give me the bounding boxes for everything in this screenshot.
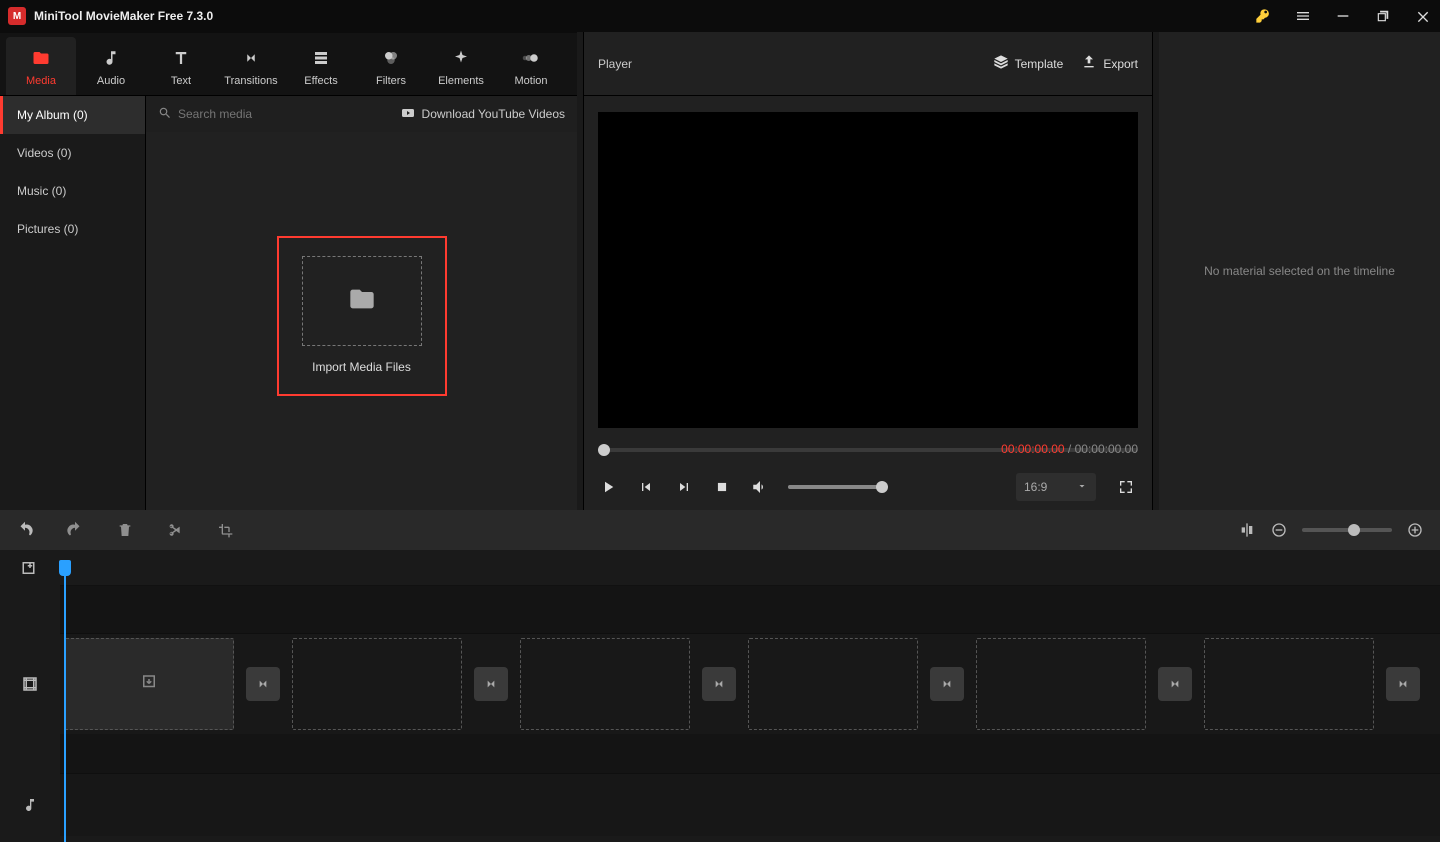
tab-text[interactable]: Text — [146, 37, 216, 95]
timeline-ruler[interactable] — [60, 550, 1440, 586]
media-drop-area: Import Media Files — [146, 132, 577, 510]
fullscreen-button[interactable] — [1114, 475, 1138, 499]
import-media-card[interactable]: Import Media Files — [277, 236, 447, 396]
export-button[interactable]: Export — [1081, 54, 1138, 73]
folder-icon — [348, 285, 376, 318]
download-icon — [140, 673, 158, 696]
video-preview — [598, 112, 1138, 428]
video-track[interactable] — [60, 634, 1440, 734]
align-button[interactable] — [1238, 521, 1256, 539]
motion-icon — [496, 47, 566, 69]
import-label: Import Media Files — [291, 360, 433, 374]
zoom-out-button[interactable] — [1270, 521, 1288, 539]
playhead[interactable] — [64, 572, 66, 842]
media-panel: My Album (0) Videos (0) Music (0) Pictur… — [0, 96, 577, 510]
clip-slot[interactable] — [748, 638, 918, 730]
menu-icon[interactable] — [1294, 7, 1312, 25]
time-display: 00:00:00.00 / 00:00:00.00 — [1001, 442, 1138, 456]
music-note-icon — [76, 47, 146, 69]
folder-icon — [6, 47, 76, 69]
app-logo-icon: M — [8, 7, 26, 25]
next-frame-button[interactable] — [674, 477, 694, 497]
add-track-button[interactable] — [0, 550, 60, 586]
crop-button[interactable] — [216, 521, 234, 539]
import-dashed-box — [302, 256, 422, 346]
prev-frame-button[interactable] — [636, 477, 656, 497]
playhead-handle[interactable] — [59, 560, 71, 576]
sidebar-item-music[interactable]: Music (0) — [0, 172, 145, 210]
sparkle-icon — [426, 47, 496, 69]
tab-audio[interactable]: Audio — [76, 37, 146, 95]
tab-elements[interactable]: Elements — [426, 37, 496, 95]
chevron-down-icon — [1076, 480, 1088, 495]
search-input[interactable] — [178, 107, 394, 121]
effects-icon — [286, 47, 356, 69]
zoom-in-button[interactable] — [1406, 521, 1424, 539]
sidebar-item-pictures[interactable]: Pictures (0) — [0, 210, 145, 248]
download-youtube-link[interactable]: Download YouTube Videos — [400, 107, 565, 122]
volume-slider[interactable] — [788, 485, 888, 489]
transition-slot[interactable] — [702, 667, 736, 701]
transition-slot[interactable] — [474, 667, 508, 701]
player-title: Player — [598, 57, 975, 71]
video-track-icon — [0, 634, 60, 734]
main-tabs: Media Audio Text Transitions Effects Fil… — [0, 32, 577, 96]
seek-knob[interactable] — [598, 444, 610, 456]
app-title: MiniTool MovieMaker Free 7.3.0 — [34, 9, 213, 23]
overlay-track[interactable] — [60, 586, 1440, 634]
tab-transitions[interactable]: Transitions — [216, 37, 286, 95]
audio-track-icon — [0, 774, 60, 836]
properties-empty-label: No material selected on the timeline — [1204, 264, 1395, 278]
clip-slot[interactable] — [520, 638, 690, 730]
track-labels — [0, 550, 60, 842]
transitions-icon — [216, 47, 286, 69]
tab-effects[interactable]: Effects — [286, 37, 356, 95]
zoom-slider[interactable] — [1302, 528, 1392, 532]
player-panel: Player Template Export 00:00:00.00 / 00:… — [583, 32, 1153, 510]
close-button[interactable] — [1414, 7, 1432, 25]
transition-slot[interactable] — [930, 667, 964, 701]
spacer-track — [60, 734, 1440, 774]
volume-button[interactable] — [750, 477, 770, 497]
media-toolbar: Download YouTube Videos — [146, 96, 577, 132]
tab-media[interactable]: Media — [6, 37, 76, 95]
minimize-button[interactable] — [1334, 7, 1352, 25]
title-bar: M MiniTool MovieMaker Free 7.3.0 — [0, 0, 1440, 32]
youtube-icon — [400, 107, 416, 122]
aspect-ratio-select[interactable]: 16:9 — [1016, 473, 1096, 501]
properties-panel: No material selected on the timeline — [1159, 32, 1440, 510]
split-button[interactable] — [166, 521, 184, 539]
sidebar-item-videos[interactable]: Videos (0) — [0, 134, 145, 172]
template-button[interactable]: Template — [993, 54, 1064, 73]
export-icon — [1081, 54, 1097, 73]
timeline-toolbar — [0, 510, 1440, 550]
redo-button[interactable] — [66, 521, 84, 539]
media-sidebar: My Album (0) Videos (0) Music (0) Pictur… — [0, 96, 146, 510]
transition-slot[interactable] — [246, 667, 280, 701]
tab-motion[interactable]: Motion — [496, 37, 566, 95]
clip-slot[interactable] — [976, 638, 1146, 730]
clip-slot[interactable] — [64, 638, 234, 730]
maximize-button[interactable] — [1374, 7, 1392, 25]
undo-button[interactable] — [16, 521, 34, 539]
stop-button[interactable] — [712, 477, 732, 497]
timeline — [0, 550, 1440, 842]
clip-slot[interactable] — [292, 638, 462, 730]
tab-filters[interactable]: Filters — [356, 37, 426, 95]
sidebar-item-my-album[interactable]: My Album (0) — [0, 96, 145, 134]
search-icon — [158, 106, 172, 123]
delete-button[interactable] — [116, 521, 134, 539]
text-icon — [146, 47, 216, 69]
clip-slot[interactable] — [1204, 638, 1374, 730]
filters-icon — [356, 47, 426, 69]
transition-slot[interactable] — [1386, 667, 1420, 701]
play-button[interactable] — [598, 477, 618, 497]
key-icon[interactable] — [1254, 7, 1272, 25]
layers-icon — [993, 54, 1009, 73]
transition-slot[interactable] — [1158, 667, 1192, 701]
audio-track[interactable] — [60, 774, 1440, 836]
